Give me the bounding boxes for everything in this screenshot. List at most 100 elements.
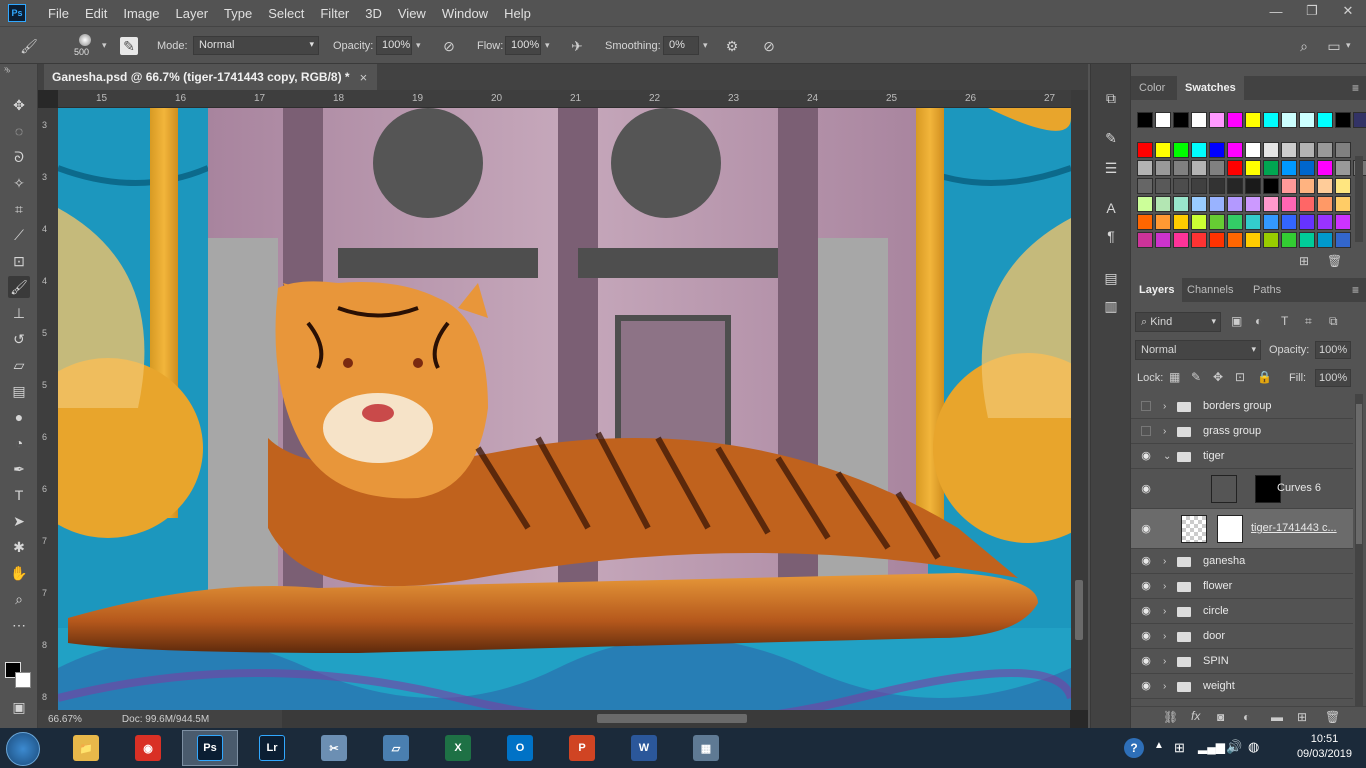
chevron-right-icon[interactable]: ›: [1163, 681, 1166, 692]
visibility-toggle[interactable]: [1141, 400, 1151, 411]
zoom-level[interactable]: 66.67%: [48, 714, 82, 725]
mode-select[interactable]: Normal ▾: [193, 36, 319, 55]
volume-icon[interactable]: 🔊: [1226, 739, 1242, 755]
blur-tool-icon[interactable]: ●: [8, 406, 30, 428]
color-swatch[interactable]: [1137, 196, 1153, 212]
layer-row[interactable]: ◉ tiger-1741443 c...: [1131, 509, 1353, 549]
color-swatch[interactable]: [1191, 160, 1207, 176]
tab-swatches[interactable]: Swatches: [1177, 76, 1244, 100]
chevron-right-icon[interactable]: ›: [1163, 426, 1166, 437]
search-icon[interactable]: ⌕: [1295, 37, 1313, 55]
more-tools-icon[interactable]: ⋯: [8, 614, 30, 636]
airbrush-icon[interactable]: ✈: [568, 37, 586, 55]
trash-icon[interactable]: 🗑: [1325, 710, 1340, 724]
color-swatch[interactable]: [1173, 112, 1189, 128]
close-button[interactable]: ✕: [1330, 0, 1366, 22]
layer-row[interactable]: ◉ › flower: [1131, 574, 1353, 599]
eye-icon[interactable]: ◉: [1139, 605, 1153, 617]
color-swatch[interactable]: [1155, 214, 1171, 230]
workspace-icon[interactable]: ▭: [1325, 37, 1343, 55]
taskbar-app-notes[interactable]: ▱: [368, 730, 424, 766]
add-mask-icon[interactable]: ◙: [1217, 710, 1224, 724]
menu-3d[interactable]: 3D: [357, 6, 390, 21]
color-swatch[interactable]: [1335, 142, 1351, 158]
color-swatch[interactable]: [1173, 160, 1189, 176]
blend-mode-select[interactable]: Normal ▾: [1135, 340, 1261, 360]
layer-filter-select[interactable]: ⌕ Kind ▾: [1135, 312, 1221, 332]
color-swatch[interactable]: [1209, 160, 1225, 176]
menu-layer[interactable]: Layer: [168, 6, 217, 21]
color-swatch[interactable]: [1227, 112, 1243, 128]
eye-icon[interactable]: ◉: [1139, 555, 1153, 567]
color-swatch[interactable]: [1281, 160, 1297, 176]
chevron-down-icon[interactable]: ▾: [1346, 40, 1351, 51]
color-swatch[interactable]: [1191, 178, 1207, 194]
color-swatch[interactable]: [1173, 214, 1189, 230]
document-tab[interactable]: Ganesha.psd @ 66.7% (tiger-1741443 copy,…: [44, 64, 378, 90]
color-swatch[interactable]: [1281, 196, 1297, 212]
menu-file[interactable]: File: [40, 6, 77, 21]
filter-pixel-icon[interactable]: ▣: [1231, 314, 1242, 328]
color-swatch[interactable]: [1227, 232, 1243, 248]
dodge-tool-icon[interactable]: ◔: [8, 432, 30, 454]
color-swatch[interactable]: [1173, 196, 1189, 212]
color-swatch[interactable]: [1191, 232, 1207, 248]
color-swatch[interactable]: [1191, 196, 1207, 212]
canvas[interactable]: [58, 108, 1071, 710]
eye-icon[interactable]: ◉: [1139, 523, 1153, 535]
layer-mask-thumbnail[interactable]: [1217, 515, 1243, 543]
history-brush-icon[interactable]: ↺: [8, 328, 30, 350]
color-swatch[interactable]: [1281, 214, 1297, 230]
visibility-toggle[interactable]: [1141, 425, 1151, 436]
layer-row[interactable]: ◉ ⌄ tiger: [1131, 444, 1353, 469]
chevron-right-icon[interactable]: ›: [1163, 401, 1166, 412]
taskbar-app-calculator[interactable]: ▦: [678, 730, 734, 766]
color-swatch[interactable]: [1191, 142, 1207, 158]
color-swatch[interactable]: [1317, 112, 1333, 128]
brush-tool-icon[interactable]: 🖌: [20, 37, 38, 55]
path-select-tool-icon[interactable]: ➤: [8, 510, 30, 532]
menu-image[interactable]: Image: [115, 6, 167, 21]
crop-tool-icon[interactable]: ⌗: [8, 198, 30, 220]
color-swatch[interactable]: [1227, 160, 1243, 176]
layer-row[interactable]: ◉ › weight: [1131, 674, 1353, 699]
pen-tool-icon[interactable]: ✒: [8, 458, 30, 480]
network-icon[interactable]: ▂▄▆: [1198, 740, 1225, 754]
color-swatch[interactable]: [1281, 178, 1297, 194]
eraser-tool-icon[interactable]: ▱: [8, 354, 30, 376]
color-swatch[interactable]: [1155, 142, 1171, 158]
pressure-opacity-icon[interactable]: ⊘: [440, 37, 458, 55]
character-panel-icon[interactable]: A: [1101, 198, 1121, 218]
color-swatch[interactable]: [1317, 142, 1333, 158]
chevron-right-icon[interactable]: ›: [1163, 581, 1166, 592]
color-swatch[interactable]: [1209, 232, 1225, 248]
layer-opacity-input[interactable]: 100%: [1315, 341, 1351, 359]
color-swatch[interactable]: [1245, 160, 1261, 176]
trash-icon[interactable]: 🗑: [1327, 254, 1342, 268]
color-swatch[interactable]: [1227, 178, 1243, 194]
chevron-down-icon[interactable]: ▾: [545, 40, 550, 51]
tab-color[interactable]: Color: [1131, 76, 1173, 100]
gear-icon[interactable]: ⚙: [723, 37, 741, 55]
color-swatch[interactable]: [1263, 178, 1279, 194]
color-swatch[interactable]: [1245, 214, 1261, 230]
color-swatch[interactable]: [1155, 196, 1171, 212]
color-swatch[interactable]: [1335, 112, 1351, 128]
brush-tool-icon[interactable]: 🖌: [8, 276, 30, 298]
lasso-tool-icon[interactable]: ᘐ: [8, 146, 30, 168]
chevron-down-icon[interactable]: ▾: [102, 40, 107, 51]
panel-menu-icon[interactable]: ≡: [1352, 283, 1359, 297]
chevron-right-icon[interactable]: ›: [1163, 606, 1166, 617]
color-swatch[interactable]: [1173, 142, 1189, 158]
taskbar-app-powerpoint[interactable]: P: [554, 730, 610, 766]
scroll-thumb[interactable]: [597, 714, 747, 723]
color-swatch[interactable]: [1209, 142, 1225, 158]
taskbar-app-lightroom[interactable]: Lr: [244, 730, 300, 766]
eye-icon[interactable]: ◉: [1139, 680, 1153, 692]
color-swatch[interactable]: [1245, 178, 1261, 194]
brush-settings-icon[interactable]: ✎: [120, 37, 138, 55]
eyedropper-tool-icon[interactable]: ⟋: [8, 224, 30, 246]
libraries-panel-icon[interactable]: ▥: [1101, 296, 1121, 316]
color-swatch[interactable]: [1191, 214, 1207, 230]
color-swatch[interactable]: [1263, 232, 1279, 248]
